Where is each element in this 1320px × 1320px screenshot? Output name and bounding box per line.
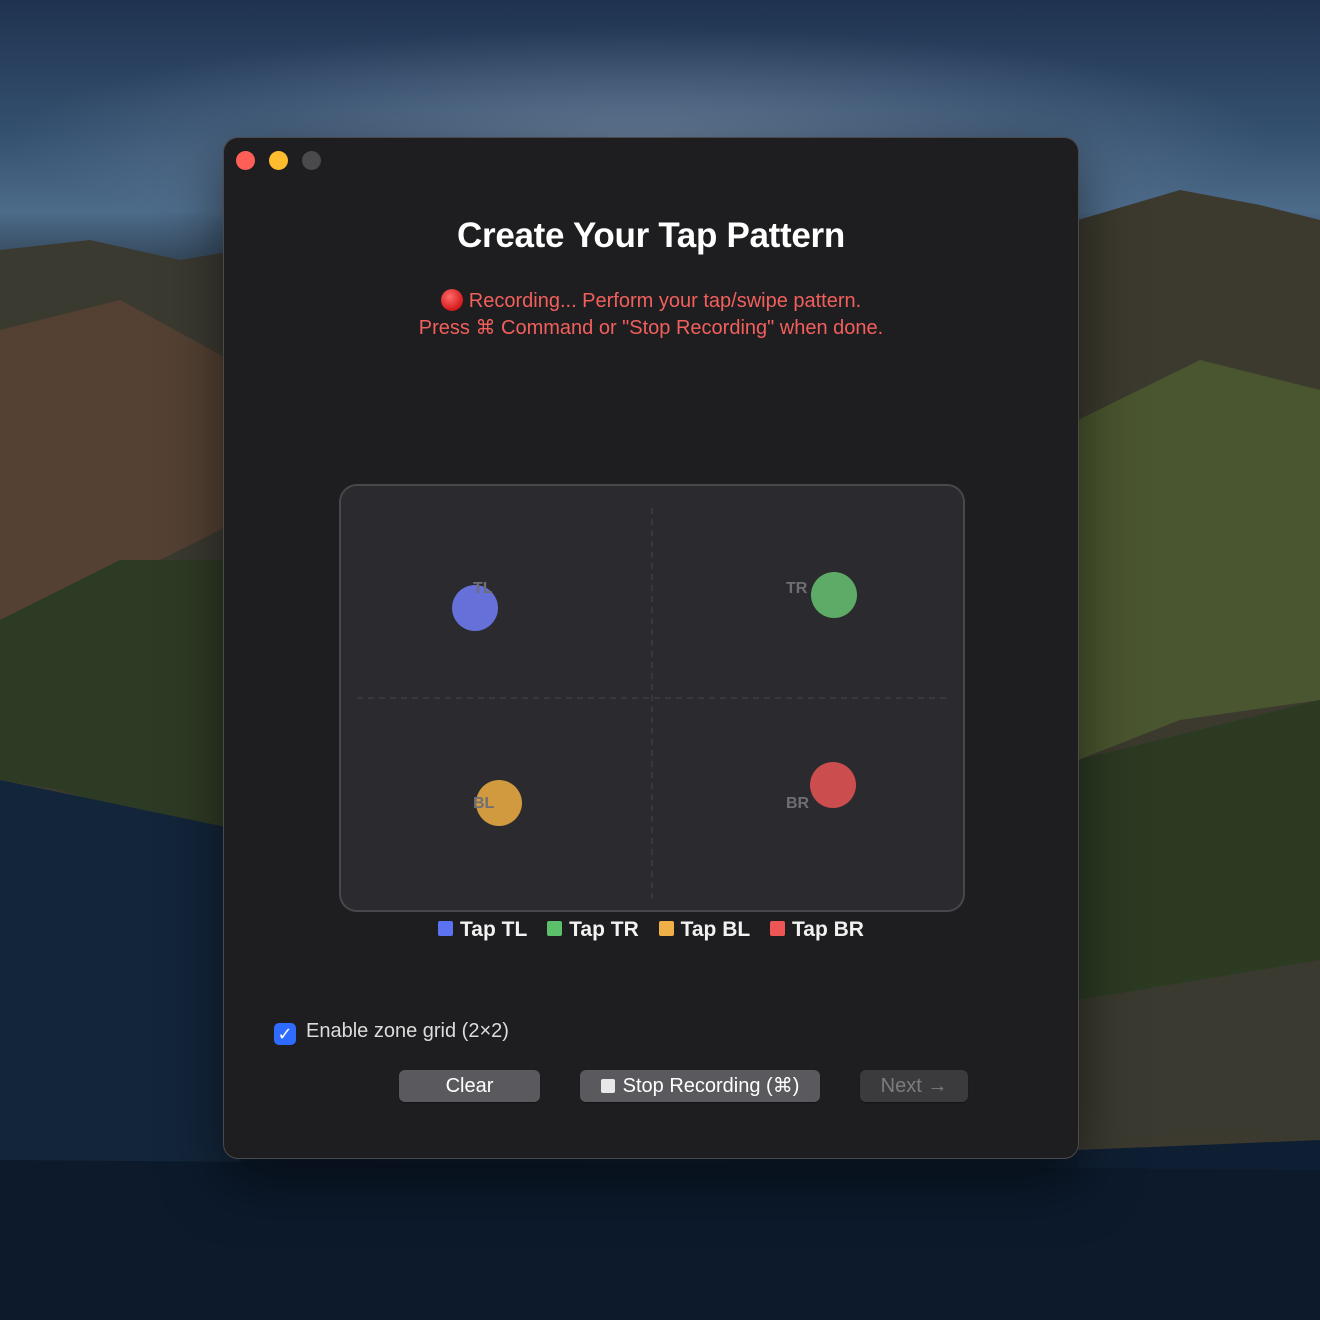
recording-dot-icon [440,289,463,311]
close-window-button[interactable] [236,151,255,170]
checkmark-icon: ✓ [277,1024,293,1044]
desktop-background: Create Your Tap Pattern Recording... Per… [0,0,1320,1320]
zone-label-tr: TR [786,580,808,597]
minimize-window-button[interactable] [269,151,288,170]
tap-dot-tr [811,572,857,618]
stop-square-icon [600,1079,615,1093]
legend-label-tl: Tap TL [460,918,528,941]
zone-grid-checkbox[interactable]: ✓ [274,1023,296,1045]
zone-label-bl: BL [473,795,495,812]
recording-instruction-line: Press ⌘ Command or "Stop Recording" when… [418,317,884,339]
legend-item-tap-tr: Tap TR [547,918,639,942]
legend-label-tr: Tap TR [569,918,639,941]
recording-status-line: Recording... Perform your tap/swipe patt… [224,288,1078,315]
legend-item-tap-bl: Tap BL [658,918,751,942]
zone-grid-lines [357,508,947,898]
legend-item-tap-br: Tap BR [770,918,864,942]
legend-label-br: Tap BR [792,918,864,941]
legend: Tap TL Tap TR Tap BL Tap BR [224,918,1078,942]
legend-swatch-br [770,921,786,936]
app-window: Create Your Tap Pattern Recording... Per… [224,138,1078,1158]
legend-item-tap-tl: Tap TL [438,918,527,942]
page-title: Create Your Tap Pattern [457,216,845,255]
legend-swatch-bl [658,921,674,936]
stop-recording-button[interactable]: Stop Recording (⌘) [580,1070,820,1102]
zone-grid-label: Enable zone grid (2×2) [306,1020,509,1042]
legend-swatch-tr [547,921,563,936]
recording-status-text: Recording... Perform your tap/swipe patt… [468,290,862,312]
next-button[interactable]: Next → [860,1070,968,1102]
legend-swatch-tl [438,921,454,936]
zone-label-br: BR [786,795,810,812]
clear-button[interactable]: Clear [399,1070,540,1102]
tap-pad[interactable]: TL TR BL BR [339,484,965,912]
stop-recording-label: Stop Recording (⌘) [622,1075,800,1097]
zoom-window-button[interactable] [302,151,321,170]
tap-dot-br [810,762,856,808]
legend-label-bl: Tap BL [680,918,751,941]
zone-grid-option[interactable]: ✓ Enable zone grid (2×2) [274,1020,509,1045]
zone-label-tl: TL [473,580,493,597]
